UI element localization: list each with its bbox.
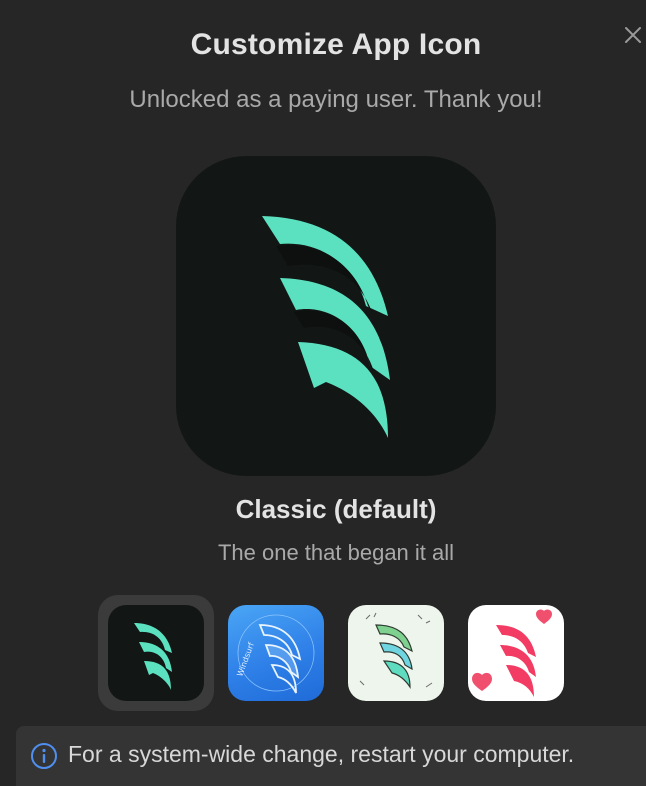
info-icon (31, 743, 57, 769)
windsurf-classic-icon (134, 623, 172, 690)
customize-app-icon-dialog: Customize App Icon Unlocked as a paying … (0, 0, 646, 786)
dialog-subtitle: Unlocked as a paying user. Thank you! (129, 86, 543, 113)
icon-option-blueprint[interactable]: Windsurf (218, 595, 334, 711)
info-text: For a system-wide change, restart your c… (68, 741, 575, 767)
heart-icon (472, 672, 492, 691)
restart-info-banner: For a system-wide change, restart your c… (16, 726, 646, 786)
icon-option-classic[interactable] (98, 595, 214, 711)
selected-icon-name: Classic (default) (235, 494, 437, 524)
dialog-title: Customize App Icon (190, 28, 482, 61)
icon-option-hearts[interactable] (458, 595, 574, 711)
icon-option-sketch[interactable] (338, 595, 454, 711)
selected-app-icon-preview (176, 156, 496, 476)
windsurf-hearts-icon (472, 609, 552, 697)
heart-icon (536, 609, 552, 624)
windsurf-sketch-icon (359, 612, 433, 689)
selected-icon-description: The one that began it all (217, 540, 455, 565)
windsurf-blueprint-icon: Windsurf (235, 614, 315, 694)
